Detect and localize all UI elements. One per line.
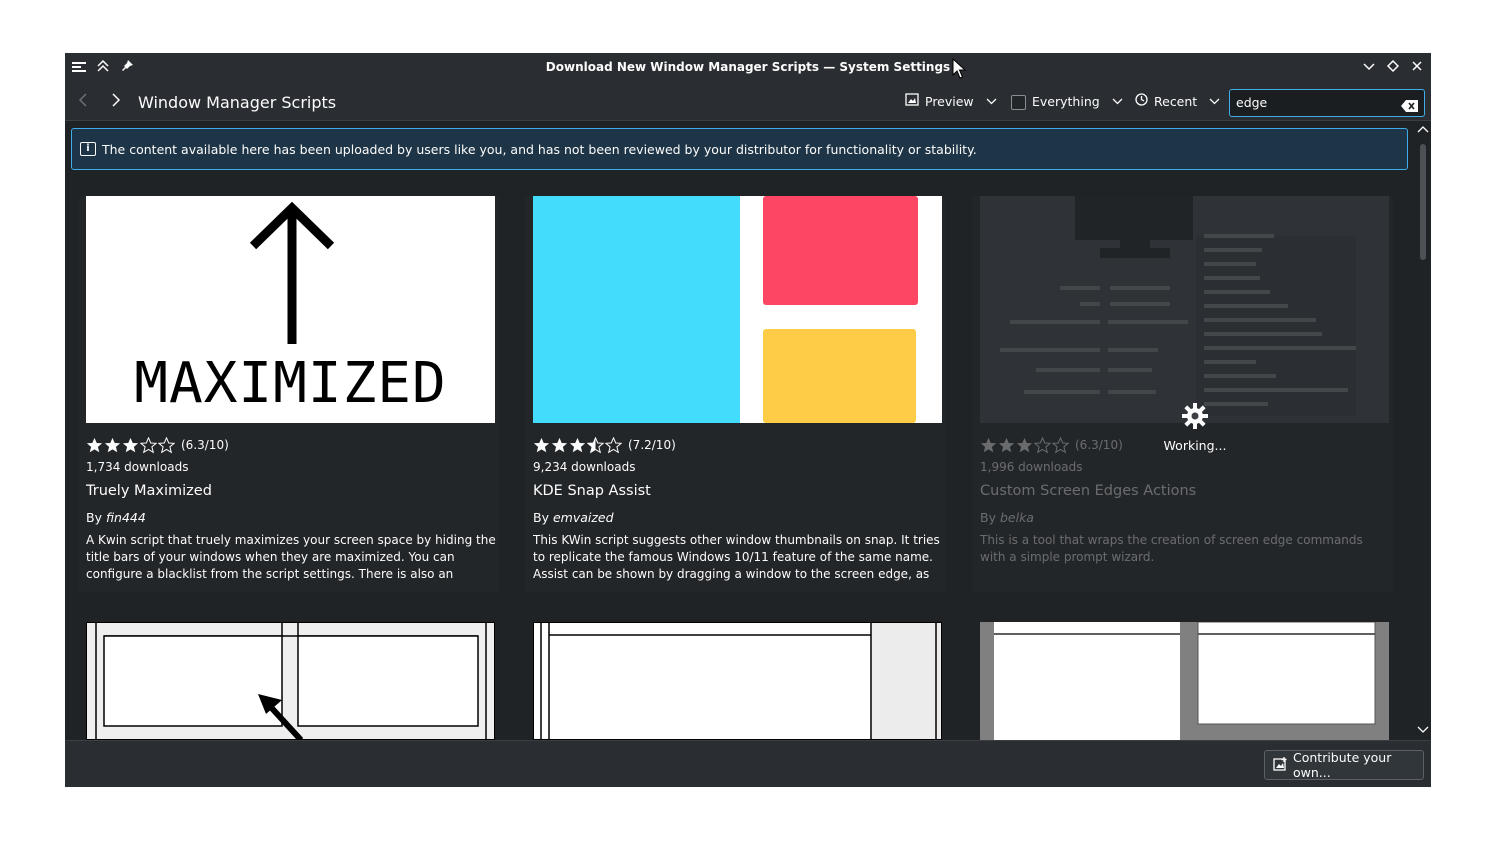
- category-checkbox[interactable]: [1011, 94, 1026, 110]
- script-description: This is a tool that wraps the creation o…: [980, 533, 1363, 564]
- search-input[interactable]: edge: [1229, 89, 1425, 117]
- contribute-button[interactable]: Contribute your own...: [1264, 750, 1424, 780]
- author-line: By fin444: [86, 510, 146, 525]
- toolbar: Window Manager Scripts Preview Everythin…: [65, 83, 1431, 121]
- view-mode-dropdown[interactable]: Preview: [905, 91, 997, 113]
- sort-label: Recent: [1154, 94, 1198, 109]
- star-half-icon: [587, 436, 604, 453]
- by-label: By: [980, 510, 996, 525]
- star-empty-icon: [140, 436, 157, 453]
- maximize-icon[interactable]: [1384, 59, 1402, 77]
- clock-icon: [1135, 91, 1148, 113]
- banner-text: The content available here has been uplo…: [102, 142, 977, 157]
- script-description: This KWin script suggests other window t…: [533, 533, 940, 581]
- rating-text: (7.2/10): [628, 438, 676, 452]
- author-line: By belka: [980, 510, 1034, 525]
- card-thumbnail: [980, 196, 1389, 423]
- snap-layout-image: [533, 196, 918, 423]
- vertical-scrollbar[interactable]: [1415, 122, 1431, 740]
- download-count: 9,234 downloads: [533, 460, 636, 474]
- window-title: Download New Window Manager Scripts — Sy…: [545, 60, 951, 74]
- star-full-icon: [122, 437, 139, 452]
- settings-window: Download New Window Manager Scripts — Sy…: [65, 53, 1431, 787]
- scroll-up-icon[interactable]: [1417, 125, 1429, 137]
- star-full-icon: [104, 437, 121, 452]
- star-empty-icon: [1034, 436, 1051, 453]
- star-full-icon: [998, 437, 1015, 452]
- star-empty-icon: [1052, 436, 1069, 453]
- sort-dropdown[interactable]: Recent: [1135, 91, 1220, 113]
- card-thumbnail[interactable]: [86, 622, 495, 740]
- star-full-icon: [86, 437, 103, 452]
- script-card[interactable]: (7.2/10) 9,234 downloads KDE Snap Assist…: [525, 196, 946, 592]
- view-mode-label: Preview: [925, 94, 974, 109]
- scroll-down-icon[interactable]: [1417, 726, 1429, 738]
- mouse-cursor-icon: [952, 58, 967, 79]
- card-thumbnail: [533, 196, 942, 423]
- script-card[interactable]: MAXIMIZED (6.3/10) 1,734 downloads Truel…: [78, 196, 499, 592]
- scroll-thumb[interactable]: [1420, 144, 1426, 260]
- chevron-down-icon: [986, 91, 997, 113]
- star-empty-icon: [158, 436, 175, 453]
- star-full-icon: [569, 437, 586, 452]
- category-label: Everything: [1032, 94, 1100, 109]
- card-thumbnail: MAXIMIZED: [86, 196, 495, 423]
- thumbnail-text: MAXIMIZED: [134, 351, 447, 416]
- content-area: i The content available here has been up…: [65, 122, 1431, 740]
- footer-bar: Contribute your own...: [65, 740, 1431, 787]
- upload-image-icon: [1273, 756, 1287, 774]
- split-windows-image: [980, 622, 1389, 740]
- window-layout-image: [533, 622, 942, 740]
- star-full-icon: [980, 437, 997, 452]
- title-bar: Download New Window Manager Scripts — Sy…: [65, 53, 1431, 83]
- card-thumbnail[interactable]: [533, 622, 942, 740]
- rating-stars: (6.3/10): [980, 436, 1123, 454]
- forward-button[interactable]: [107, 92, 125, 112]
- download-count: 1,996 downloads: [980, 460, 1083, 474]
- by-label: By: [533, 510, 549, 525]
- script-card[interactable]: (6.3/10) 1,996 downloads Custom Screen E…: [972, 196, 1393, 592]
- script-name[interactable]: KDE Snap Assist: [533, 483, 651, 499]
- tiled-windows-image: [86, 622, 495, 740]
- script-name[interactable]: Truely Maximized: [86, 483, 212, 499]
- info-icon: i: [80, 142, 96, 156]
- chevron-down-icon: [1209, 91, 1220, 113]
- star-full-icon: [533, 437, 550, 452]
- card-thumbnail[interactable]: [980, 622, 1389, 740]
- close-icon[interactable]: [1408, 59, 1426, 77]
- category-dropdown[interactable]: Everything: [1011, 91, 1123, 113]
- author-name: fin444: [105, 510, 146, 525]
- contribute-label: Contribute your own...: [1293, 750, 1392, 780]
- minimize-icon[interactable]: [1360, 59, 1378, 77]
- page-title: Window Manager Scripts: [138, 93, 337, 112]
- rating-text: (6.3/10): [1075, 438, 1123, 452]
- chevron-down-icon: [1112, 91, 1123, 113]
- busy-indicator: Working...: [1145, 402, 1245, 453]
- author-line: By emvaized: [533, 510, 614, 525]
- gear-icon: [1182, 403, 1208, 429]
- author-name: belka: [999, 510, 1034, 525]
- by-label: By: [86, 510, 102, 525]
- rating-text: (6.3/10): [181, 438, 229, 452]
- rating-stars: (7.2/10): [533, 436, 676, 454]
- info-banner: i The content available here has been up…: [71, 128, 1408, 170]
- screen-edges-preview-image: [1000, 196, 1356, 416]
- star-empty-icon: [605, 436, 622, 453]
- rating-stars: (6.3/10): [86, 436, 229, 454]
- script-description: A Kwin script that truely maximizes your…: [86, 533, 496, 581]
- working-text: Working...: [1163, 438, 1227, 453]
- star-full-icon: [1016, 437, 1033, 452]
- download-count: 1,734 downloads: [86, 460, 189, 474]
- back-button[interactable]: [74, 92, 92, 112]
- script-name[interactable]: Custom Screen Edges Actions: [980, 483, 1196, 499]
- preview-icon: [905, 91, 919, 113]
- search-value: edge: [1236, 95, 1268, 110]
- clear-search-icon[interactable]: [1401, 97, 1418, 112]
- star-full-icon: [551, 437, 568, 452]
- author-name: emvaized: [552, 510, 614, 525]
